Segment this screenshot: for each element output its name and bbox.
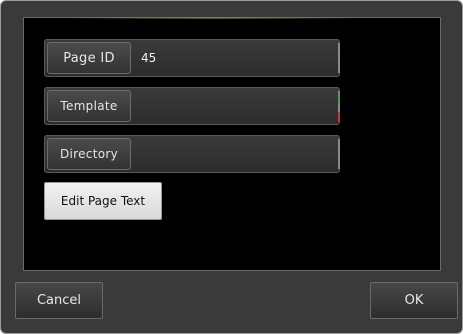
content-panel: Page ID Template Directory Edit Page Tex…: [23, 17, 441, 271]
template-row: Template: [44, 87, 340, 125]
template-error-marker: [338, 112, 340, 122]
directory-edge: [338, 139, 340, 169]
page-id-edge: [338, 43, 340, 73]
template-input[interactable]: [137, 90, 337, 122]
edit-page-text-button[interactable]: Edit Page Text: [44, 182, 162, 220]
directory-row: Directory: [44, 135, 340, 173]
template-valid-marker: [338, 93, 340, 103]
cancel-button[interactable]: Cancel: [15, 282, 103, 319]
directory-input[interactable]: [137, 138, 337, 170]
directory-label: Directory: [47, 138, 131, 170]
page-id-row: Page ID: [44, 39, 340, 77]
template-label: Template: [47, 90, 131, 122]
page-id-label: Page ID: [47, 42, 131, 74]
page-id-input[interactable]: [137, 42, 337, 74]
ok-button[interactable]: OK: [370, 282, 458, 319]
page-properties-dialog: Page ID Template Directory Edit Page Tex…: [0, 0, 463, 334]
